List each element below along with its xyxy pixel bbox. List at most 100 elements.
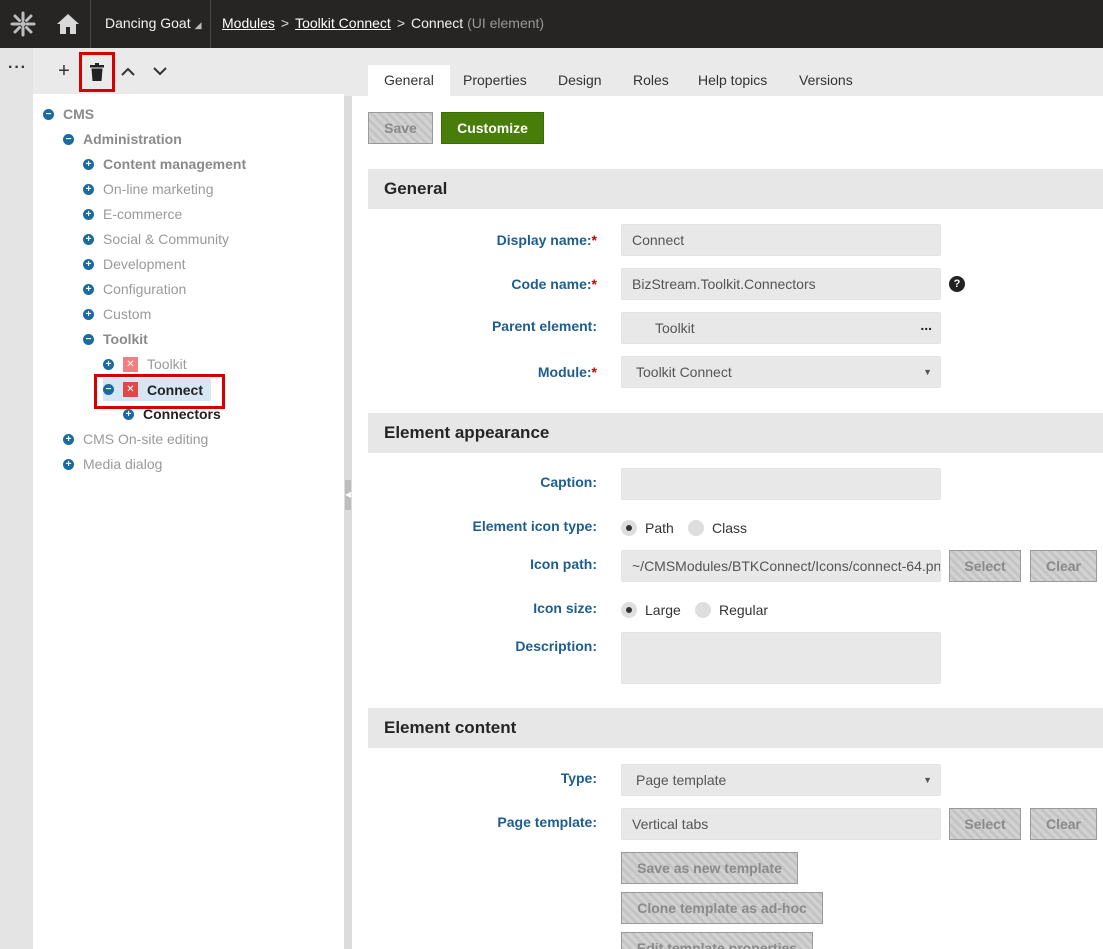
content-gutter	[352, 96, 368, 949]
site-selector[interactable]: Dancing Goat ◢	[105, 15, 202, 31]
tree-node-configuration[interactable]: + Configuration	[83, 279, 186, 299]
expand-icon[interactable]: +	[83, 258, 94, 270]
tab-help-topics[interactable]: Help topics	[682, 65, 783, 96]
edit-template-properties-button[interactable]: Edit template properties	[621, 932, 813, 949]
type-select[interactable]: Page template ▼	[621, 764, 941, 796]
breadcrumb-type: (UI element)	[467, 15, 545, 31]
tree-node-toolkit[interactable]: + ✕ Toolkit	[103, 354, 187, 374]
tab-properties[interactable]: Properties	[447, 65, 543, 96]
radio-icon-type-class[interactable]: Class	[688, 520, 747, 536]
toolkit-icon: ✕	[123, 356, 138, 372]
page-template-clear-button[interactable]: Clear	[1030, 808, 1097, 840]
tree-toolbar: +	[33, 48, 344, 94]
expand-icon[interactable]: +	[83, 208, 94, 220]
section-title: General	[384, 179, 448, 198]
breadcrumb-toolkit-connect[interactable]: Toolkit Connect	[295, 15, 391, 31]
icon-path-field[interactable]: ~/CMSModules/BTKConnect/Icons/connect-64…	[621, 550, 941, 582]
type-label: Type:	[560, 770, 597, 786]
header-divider	[90, 0, 91, 48]
arrow-up-icon[interactable]	[113, 56, 143, 86]
expand-icon[interactable]: +	[83, 158, 94, 170]
radio-icon-size-regular[interactable]: Regular	[695, 602, 768, 618]
page-template-label: Page template:	[497, 814, 597, 830]
expand-icon[interactable]: +	[63, 433, 74, 445]
caption-field[interactable]	[621, 468, 941, 500]
tab-roles[interactable]: Roles	[617, 65, 685, 96]
section-element-appearance: Element appearance	[368, 413, 1103, 453]
tabs-bar: General Properties Design Roles Help top…	[344, 48, 1103, 96]
menu-dots-icon[interactable]: ···	[8, 60, 27, 76]
breadcrumb-modules[interactable]: Modules	[222, 15, 275, 31]
tree-node-custom[interactable]: + Custom	[83, 304, 151, 324]
expand-icon[interactable]: +	[103, 358, 114, 370]
parent-element-label: Parent element:	[491, 318, 597, 334]
header-divider	[210, 0, 211, 48]
expand-icon[interactable]: +	[83, 183, 94, 195]
more-options-icon[interactable]: ...	[920, 313, 932, 340]
arrow-down-icon[interactable]	[145, 56, 175, 86]
tab-general[interactable]: General	[368, 65, 450, 96]
tree-panel: + − CMS − Administration + Content manageme…	[33, 48, 344, 949]
collapse-icon[interactable]: −	[63, 133, 74, 145]
icon-path-clear-button[interactable]: Clear	[1030, 550, 1097, 582]
tree-node-toolkit-group[interactable]: − Toolkit	[83, 329, 148, 349]
section-title: Element content	[384, 718, 517, 737]
section-element-content: Element content	[368, 708, 1103, 748]
code-name-label: Code name:*	[511, 276, 597, 292]
tree-node-content-management[interactable]: + Content management	[83, 154, 246, 174]
display-name-label: Display name:*	[496, 232, 597, 248]
tree-node-onsite-editing[interactable]: + CMS On-site editing	[63, 429, 208, 449]
home-icon[interactable]	[45, 0, 90, 48]
breadcrumb-current: Connect	[411, 15, 464, 31]
tab-versions[interactable]: Versions	[783, 65, 869, 96]
display-name-field[interactable]: Connect	[621, 224, 941, 256]
tree-node-media-dialog[interactable]: + Media dialog	[63, 454, 162, 474]
icon-size-label: Icon size:	[533, 600, 597, 616]
tree-node-online-marketing[interactable]: + On-line marketing	[83, 179, 214, 199]
description-label: Description:	[515, 638, 597, 654]
tree-node-social[interactable]: + Social & Community	[83, 229, 229, 249]
module-label: Module:*	[537, 364, 597, 380]
top-header: Dancing Goat ◢ Modules > Toolkit Connect > Co…	[0, 0, 1103, 48]
kentico-logo-icon[interactable]	[0, 0, 45, 48]
parent-element-selector[interactable]: Toolkit...	[621, 312, 941, 344]
page-template-field[interactable]: Vertical tabs	[621, 808, 941, 840]
radio-checked-icon	[621, 520, 637, 536]
icon-path-select-button[interactable]: Select	[949, 550, 1021, 582]
tree-node-cms[interactable]: − CMS	[43, 104, 94, 124]
customize-button[interactable]: Customize	[441, 112, 544, 144]
tree-node-ecommerce[interactable]: + E-commerce	[83, 204, 182, 224]
clone-template-button[interactable]: Clone template as ad-hoc	[621, 892, 823, 924]
expand-icon[interactable]: +	[83, 233, 94, 245]
expand-icon[interactable]: +	[83, 308, 94, 320]
expand-icon[interactable]: +	[123, 408, 134, 420]
radio-checked-icon	[621, 602, 637, 618]
radio-icon-type-path[interactable]: Path	[621, 520, 674, 536]
expand-icon[interactable]: +	[83, 283, 94, 295]
save-as-new-template-button[interactable]: Save as new template	[621, 852, 798, 884]
code-name-field[interactable]: BizStream.Toolkit.Connectors	[621, 268, 941, 300]
dropdown-arrow-icon: ▼	[923, 775, 932, 785]
plus-icon[interactable]: +	[49, 56, 79, 86]
left-strip: ···	[0, 48, 33, 949]
dropdown-arrow-icon: ▼	[923, 367, 932, 377]
radio-unchecked-icon	[688, 520, 704, 536]
icon-path-label: Icon path:	[530, 556, 597, 572]
collapse-icon[interactable]: −	[43, 108, 54, 120]
section-general: General	[368, 169, 1103, 209]
help-icon[interactable]: ?	[949, 276, 965, 292]
expand-icon[interactable]: +	[63, 458, 74, 470]
trash-icon[interactable]	[79, 52, 115, 92]
icon-type-label: Element icon type:	[472, 518, 597, 534]
save-button[interactable]: Save	[368, 112, 433, 144]
tree-node-administration[interactable]: − Administration	[63, 129, 182, 149]
radio-icon-size-large[interactable]: Large	[621, 602, 681, 618]
panel-splitter[interactable]: ◀	[344, 96, 352, 949]
tree-node-development[interactable]: + Development	[83, 254, 186, 274]
description-textarea[interactable]	[621, 632, 941, 684]
page-template-select-button[interactable]: Select	[949, 808, 1021, 840]
module-select[interactable]: Toolkit Connect ▼	[621, 356, 941, 388]
tab-design[interactable]: Design	[542, 65, 618, 96]
collapse-arrow-icon[interactable]: ◀	[345, 480, 351, 510]
collapse-icon[interactable]: −	[83, 333, 94, 345]
